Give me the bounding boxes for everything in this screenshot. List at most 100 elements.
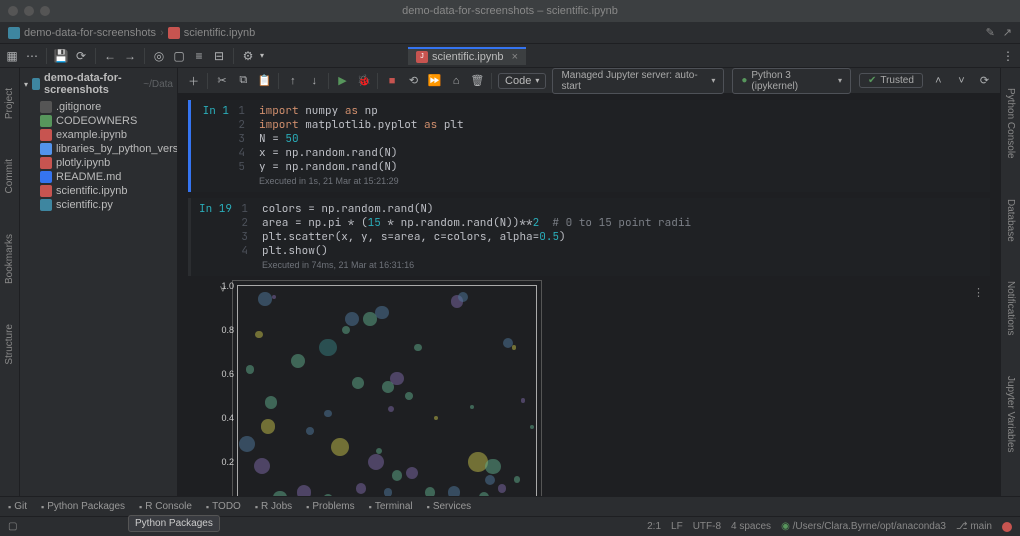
tree-icon[interactable]: ⊟ (211, 48, 227, 64)
stop-icon[interactable]: ■ (384, 73, 399, 89)
fwd-icon[interactable]: → (122, 48, 138, 64)
tool-project[interactable]: Project (4, 88, 15, 119)
scatter-point (297, 485, 312, 496)
scatter-point (384, 488, 393, 496)
indent[interactable]: 4 spaces (731, 521, 771, 532)
expand-up-icon[interactable]: ˄ (931, 73, 946, 89)
tool-notifications[interactable]: Notifications (1005, 281, 1016, 335)
run-cell-icon[interactable]: ▶ (335, 73, 350, 89)
file-.gitignore[interactable]: .gitignore (24, 100, 177, 114)
target-icon[interactable]: ◎ (151, 48, 167, 64)
scatter-point (530, 425, 534, 429)
debug-icon[interactable]: 🐞 (356, 73, 371, 89)
editor-tab[interactable]: J scientific.ipynb × (408, 47, 526, 65)
tool-python-console[interactable]: Python Console (1005, 88, 1016, 159)
tool-bookmarks[interactable]: Bookmarks (4, 234, 15, 284)
file-libraries_by_python_version.csv[interactable]: libraries_by_python_version.csv (24, 142, 177, 156)
back-icon[interactable]: ← (102, 48, 118, 64)
scatter-point (246, 365, 254, 373)
tool-commit[interactable]: Commit (4, 159, 15, 193)
project-panel: ▾ demo-data-for-screenshots ~/Data .giti… (20, 68, 178, 496)
editor-area: ＋ ✂ ⧉ 📋 ↑ ↓ ▶ 🐞 ■ ⟲ ⏩ ⌂ 🗑 Code▾ (178, 68, 1000, 496)
more-icon[interactable]: ⋯ (24, 48, 40, 64)
interpreter[interactable]: ◉ /Users/Clara.Byrne/opt/anaconda3 (781, 521, 946, 532)
trash-icon[interactable]: 🗑 (470, 73, 485, 89)
paste-icon[interactable]: 📋 (257, 73, 272, 89)
menu-icon[interactable]: ▦ (4, 48, 20, 64)
code-body[interactable]: import numpy as np import matplotlib.pyp… (251, 100, 990, 192)
crumb-file[interactable]: scientific.ipynb (184, 27, 256, 39)
box-icon[interactable]: ▢ (171, 48, 187, 64)
line-sep[interactable]: LF (671, 521, 683, 532)
bottom-tab-git[interactable]: ▪Git (8, 501, 27, 512)
cell-type-dropdown[interactable]: Code▾ (498, 73, 546, 89)
scatter-point (434, 416, 438, 420)
jupyter-icon: J (416, 51, 428, 63)
caret-pos[interactable]: 2:1 (647, 521, 661, 532)
tabs-more-icon[interactable]: ⋮ (1000, 48, 1016, 64)
close-icon[interactable]: × (512, 51, 518, 63)
cut-icon[interactable]: ✂ (214, 73, 229, 89)
tool-jupyter-variables[interactable]: Jupyter Variables (1005, 376, 1016, 453)
bottom-tab-problems[interactable]: ▪Problems (306, 501, 354, 512)
panel-icon[interactable]: ▢ (8, 521, 17, 532)
scatter-point (352, 377, 364, 389)
scatter-point (261, 419, 276, 434)
scatter-point (406, 467, 419, 480)
gear-icon[interactable]: ⚙ (240, 48, 256, 64)
scatter-point (291, 354, 305, 368)
kernel-chip[interactable]: ●Python 3 (ipykernel)▾ (732, 68, 851, 94)
copy-icon[interactable]: ⧉ (236, 73, 251, 89)
scatter-point (392, 470, 403, 481)
file-README.md[interactable]: README.md (24, 170, 177, 184)
file-plotly.ipynb[interactable]: plotly.ipynb (24, 156, 177, 170)
bottom-tab-python-packages[interactable]: ▪Python Packages (41, 501, 125, 512)
readonly-icon[interactable] (1002, 522, 1012, 532)
edit-icon[interactable]: ✎ (986, 26, 995, 39)
output-more-icon[interactable]: ⋮ (973, 286, 984, 299)
open-external-icon[interactable]: ↗ (1003, 26, 1012, 39)
window-traffic-lights[interactable] (8, 6, 50, 16)
jupyter-server-chip[interactable]: Managed Jupyter server: auto-start▾ (552, 68, 724, 94)
erase-icon[interactable]: ⌂ (448, 73, 463, 89)
file-example.ipynb[interactable]: example.ipynb (24, 128, 177, 142)
scatter-point (405, 392, 413, 400)
project-root[interactable]: ▾ demo-data-for-screenshots ~/Data (20, 68, 177, 100)
scatter-point (258, 292, 271, 305)
tool-database[interactable]: Database (1005, 199, 1016, 242)
up-icon[interactable]: ↑ (285, 73, 300, 89)
scatter-point (458, 292, 469, 303)
scatter-point (390, 372, 403, 385)
bottom-tab-r-jobs[interactable]: ▪R Jobs (255, 501, 292, 512)
expand-down-icon[interactable]: ˅ (954, 73, 969, 89)
restart-icon[interactable]: ⟲ (406, 73, 421, 89)
file-CODEOWNERS[interactable]: CODEOWNERS (24, 114, 177, 128)
in-label: In 19 (191, 198, 238, 276)
code-body[interactable]: colors = np.random.rand(N) area = np.pi … (254, 198, 990, 276)
scatter-point (512, 345, 516, 349)
cell-1[interactable]: In 1 12345 import numpy as np import mat… (188, 100, 990, 192)
encoding[interactable]: UTF-8 (693, 521, 721, 532)
bottom-tab-services[interactable]: ▪Services (427, 501, 472, 512)
scatter-point (345, 312, 360, 327)
file-scientific.ipynb[interactable]: scientific.ipynb (24, 184, 177, 198)
reload-icon[interactable]: ⟳ (73, 48, 89, 64)
scatter-point (324, 410, 331, 417)
save-icon[interactable]: 💾 (53, 48, 69, 64)
file-scientific.py[interactable]: scientific.py (24, 198, 177, 212)
bottom-tab-todo[interactable]: ▪TODO (206, 501, 241, 512)
list-icon[interactable]: ≡ (191, 48, 207, 64)
resync-icon[interactable]: ⟳ (977, 73, 992, 89)
git-branch[interactable]: ⎇ main (956, 521, 992, 532)
tool-structure[interactable]: Structure (4, 324, 15, 365)
scatter-point (342, 326, 350, 334)
add-cell-icon[interactable]: ＋ (186, 73, 201, 89)
trusted-chip[interactable]: ✔Trusted (859, 73, 923, 88)
breadcrumb: demo-data-for-screenshots › scientific.i… (0, 22, 1020, 44)
bottom-tab-r-console[interactable]: ▪R Console (139, 501, 192, 512)
cell-2[interactable]: In 19 1234 colors = np.random.rand(N) ar… (188, 198, 990, 496)
crumb-project[interactable]: demo-data-for-screenshots (24, 27, 156, 39)
run-all-icon[interactable]: ⏩ (427, 73, 442, 89)
down-icon[interactable]: ↓ (307, 73, 322, 89)
bottom-tab-terminal[interactable]: ▪Terminal (369, 501, 413, 512)
